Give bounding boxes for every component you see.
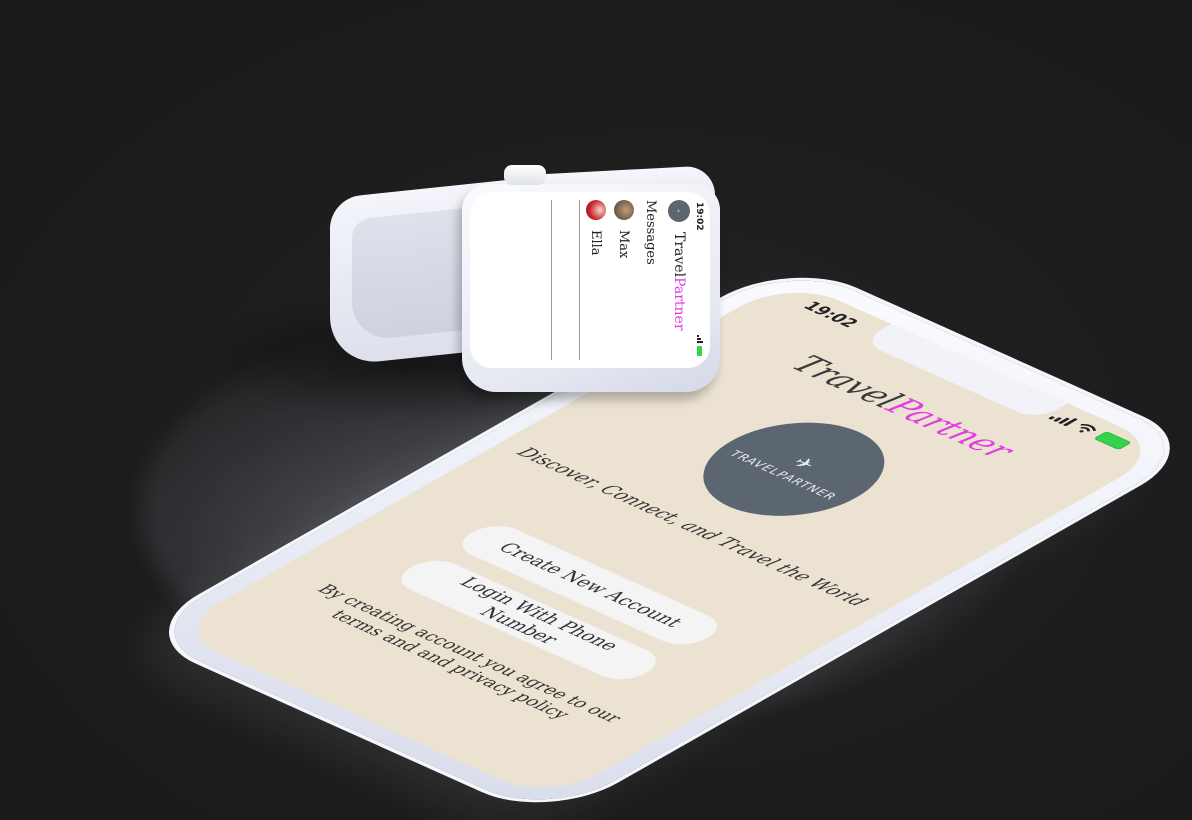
watch-status-icons [697, 335, 703, 356]
watch-status-time: 19:02 [694, 202, 704, 231]
watch-crown[interactable] [504, 165, 546, 185]
avatar [586, 200, 606, 220]
divider [551, 200, 552, 360]
contact-row-ella[interactable]: Ella [586, 200, 606, 256]
battery-icon [697, 346, 703, 356]
watch-brand: TravelPartner [671, 232, 687, 331]
watch-screen-content: 19:02 ✈ TravelPartner Messages Max Ella [470, 192, 710, 368]
wifi-icon [1079, 423, 1097, 433]
logo-text: TRAVELPARTNER [725, 448, 842, 502]
watch-screen: 19:02 ✈ TravelPartner Messages Max Ella [470, 192, 710, 368]
watch-brand-part1: Travel [671, 232, 687, 278]
contact-row-max[interactable]: Max [614, 200, 634, 258]
contact-name: Max [616, 230, 632, 259]
avatar [614, 200, 634, 220]
app-logo: ✈ TRAVELPARTNER [665, 403, 922, 535]
plane-icon: ✈ [785, 454, 823, 473]
watch-header: ✈ TravelPartner [668, 200, 690, 331]
watch-logo: ✈ [668, 200, 690, 222]
scene: 19:02 TravelPartner ✈ TRAVELPARTNER Disc… [0, 0, 1192, 820]
signal-icon [1048, 411, 1079, 427]
watch-brand-part2: Partner [671, 277, 687, 331]
divider [579, 200, 580, 360]
battery-icon [1093, 431, 1132, 451]
contact-name: Ella [588, 230, 604, 256]
signal-icon [697, 335, 703, 343]
messages-heading: Messages [643, 200, 658, 265]
